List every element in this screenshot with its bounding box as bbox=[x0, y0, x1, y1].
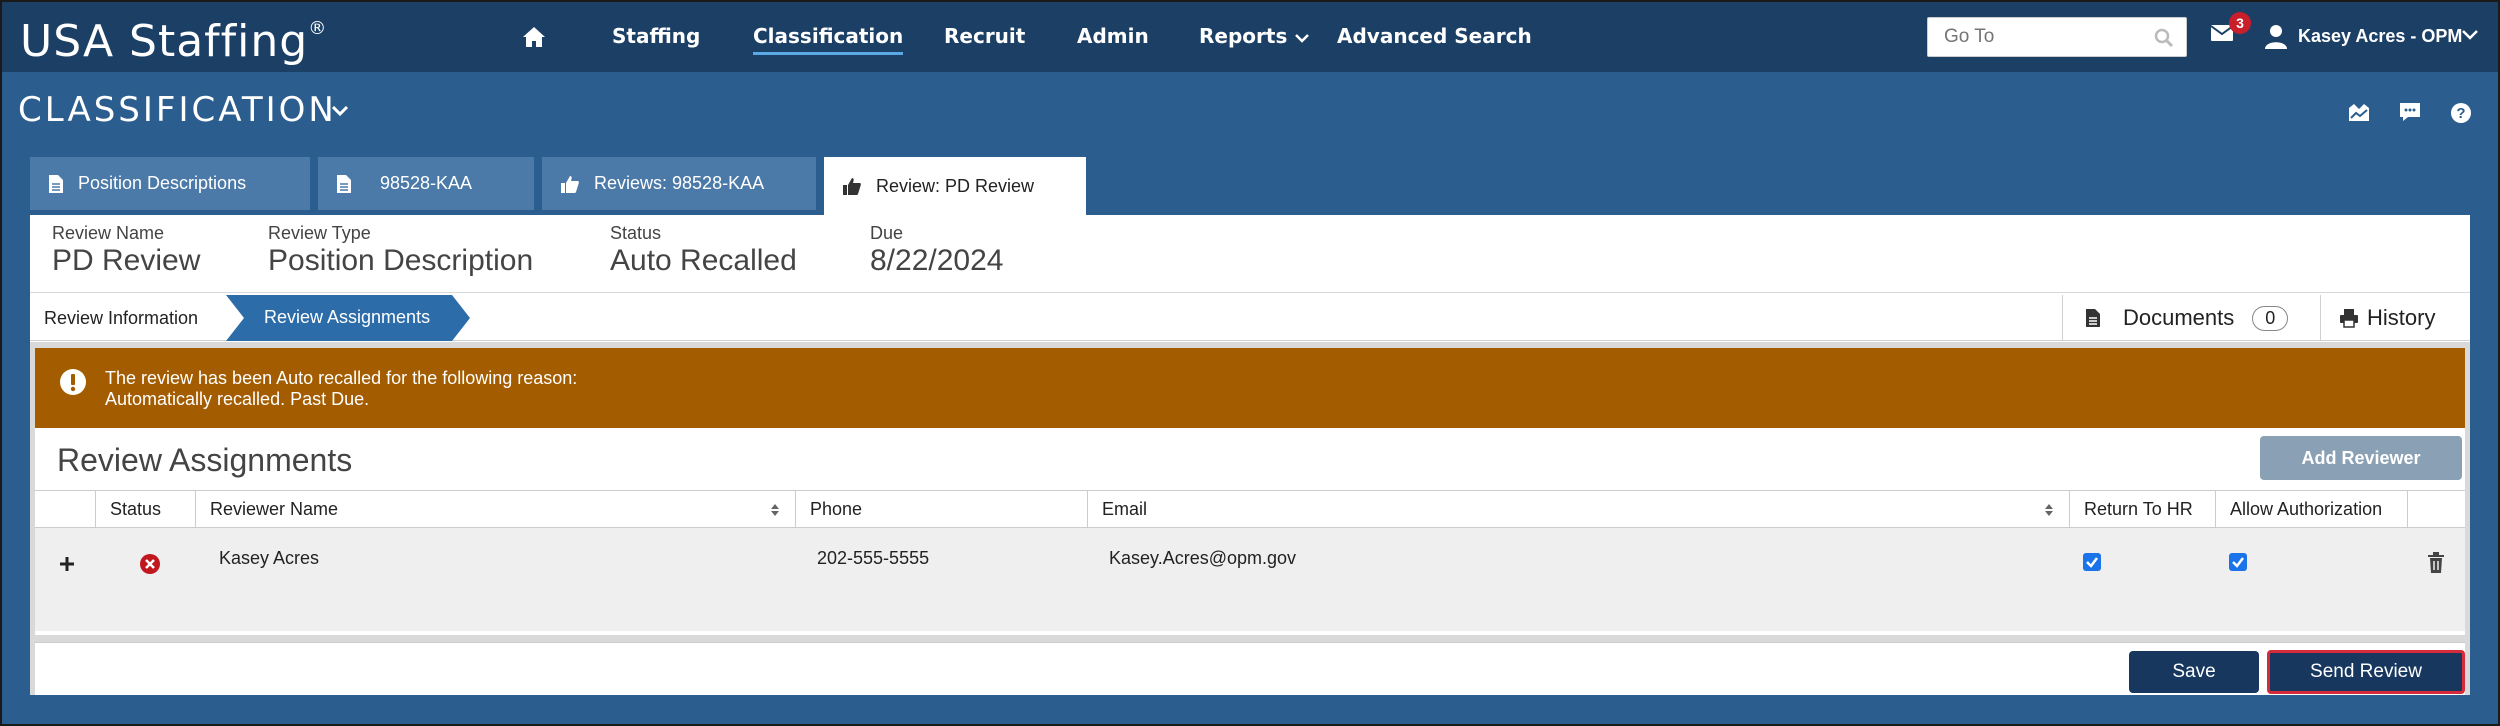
return-to-hr-checkbox[interactable] bbox=[2083, 553, 2101, 571]
header-phone: Phone bbox=[795, 491, 1087, 529]
nav-classification[interactable]: Classification bbox=[753, 24, 904, 55]
goto-search bbox=[1927, 17, 2187, 57]
documents-count: 0 bbox=[2252, 305, 2289, 331]
trash-icon[interactable] bbox=[2427, 552, 2445, 574]
reviewer-name: Kasey Acres bbox=[219, 548, 320, 568]
tab-label: Position Descriptions bbox=[78, 173, 247, 193]
document-icon bbox=[48, 174, 64, 194]
nav-advanced-search[interactable]: Advanced Search bbox=[1337, 24, 1532, 48]
table-row: Kasey Acres 202-555-5555 Kasey.Acres@opm… bbox=[35, 528, 2465, 631]
alert-line-1: The review has been Auto recalled for th… bbox=[105, 368, 578, 388]
status-label: Status bbox=[610, 223, 662, 243]
nav-admin[interactable]: Admin bbox=[1077, 24, 1149, 48]
tab-reviews[interactable]: Reviews: 98528-KAA bbox=[542, 157, 816, 210]
reviewer-phone: 202-555-5555 bbox=[817, 548, 930, 568]
chat-icon[interactable] bbox=[2399, 102, 2421, 122]
action-bar: Save Send Review bbox=[35, 642, 2465, 695]
status-value: Auto Recalled bbox=[610, 244, 797, 277]
status-field: Status Auto Recalled bbox=[610, 223, 797, 278]
header-label: Reviewer Name bbox=[210, 499, 339, 519]
due-label: Due bbox=[870, 223, 904, 243]
header-return-to-hr: Return To HR bbox=[2069, 491, 2215, 529]
header-expand bbox=[35, 491, 95, 529]
review-type-value: Position Description bbox=[268, 244, 534, 277]
home-icon[interactable] bbox=[522, 26, 546, 48]
tab-label: 98528-KAA bbox=[380, 173, 473, 193]
alert-line-2: Automatically recalled. Past Due. bbox=[105, 389, 370, 409]
thumbs-up-icon bbox=[842, 176, 862, 196]
document-icon bbox=[2086, 309, 2100, 327]
review-name-field: Review Name PD Review bbox=[52, 223, 200, 278]
alert-icon bbox=[60, 369, 86, 395]
section-title[interactable]: CLASSIFICATION bbox=[18, 90, 337, 130]
chevron-down-icon[interactable] bbox=[2462, 30, 2478, 40]
tab-label: Reviews: 98528-KAA bbox=[594, 173, 765, 193]
chevron-down-icon bbox=[1295, 33, 1310, 43]
top-nav: USA Staffing® Staffing Classification Re… bbox=[2, 2, 2498, 72]
app-frame: USA Staffing® Staffing Classification Re… bbox=[0, 0, 2500, 726]
add-reviewer-button[interactable]: Add Reviewer bbox=[2260, 436, 2462, 480]
thumbs-up-icon bbox=[560, 174, 580, 194]
step-review-assignments[interactable]: Review Assignments bbox=[226, 295, 470, 341]
review-summary: Review Name PD Review Review Type Positi… bbox=[30, 215, 2470, 293]
chevron-down-icon[interactable] bbox=[332, 106, 348, 116]
sort-icon[interactable] bbox=[2045, 504, 2053, 516]
due-field: Due 8/22/2024 bbox=[870, 223, 1003, 278]
review-type-field: Review Type Position Description bbox=[268, 223, 533, 278]
review-assignments-section: Review Assignments Add Reviewer Status R… bbox=[35, 428, 2465, 635]
tab-position-descriptions[interactable]: Position Descriptions bbox=[30, 157, 310, 210]
search-icon[interactable] bbox=[2154, 28, 2174, 48]
nav-recruit[interactable]: Recruit bbox=[944, 24, 1025, 48]
history-label: History bbox=[2367, 305, 2436, 330]
review-type-label: Review Type bbox=[268, 223, 371, 243]
step-label: Review Assignments bbox=[264, 307, 431, 327]
recall-alert: The review has been Auto recalled for th… bbox=[35, 348, 2465, 428]
header-actions bbox=[2407, 491, 2465, 529]
help-icon[interactable]: ? bbox=[2450, 102, 2472, 124]
sort-icon[interactable] bbox=[771, 504, 779, 516]
tab-label: Review: PD Review bbox=[876, 175, 1035, 196]
nav-staffing[interactable]: Staffing bbox=[612, 24, 700, 48]
history-button[interactable]: History bbox=[2320, 295, 2470, 341]
review-name-value: PD Review bbox=[52, 244, 201, 277]
svg-text:?: ? bbox=[2456, 105, 2465, 122]
save-button[interactable]: Save bbox=[2129, 651, 2259, 693]
dashboard-icon[interactable] bbox=[2348, 102, 2370, 122]
user-icon[interactable] bbox=[2264, 24, 2288, 50]
goto-input[interactable] bbox=[1928, 18, 2138, 56]
review-panel: Review Name PD Review Review Type Positi… bbox=[30, 215, 2470, 695]
header-reviewer-name[interactable]: Reviewer Name bbox=[195, 491, 795, 529]
tab-review-pd[interactable]: Review: PD Review bbox=[824, 157, 1086, 215]
header-allow-authorization: Allow Authorization bbox=[2215, 491, 2407, 529]
mail-count-badge: 3 bbox=[2229, 12, 2251, 34]
allow-authorization-checkbox[interactable] bbox=[2229, 553, 2247, 571]
section-heading: Review Assignments bbox=[57, 442, 353, 478]
expand-icon[interactable] bbox=[59, 556, 75, 572]
send-review-button[interactable]: Send Review bbox=[2267, 650, 2465, 694]
nav-reports[interactable]: Reports bbox=[1199, 24, 1310, 48]
header-email[interactable]: Email bbox=[1087, 491, 2069, 529]
error-status-icon bbox=[140, 554, 160, 574]
step-nav: Review Information Review Assignments Do… bbox=[30, 295, 2470, 341]
due-value: 8/22/2024 bbox=[870, 244, 1004, 277]
content-area: The review has been Auto recalled for th… bbox=[30, 342, 2470, 695]
step-review-information[interactable]: Review Information bbox=[30, 295, 226, 341]
reviewer-email: Kasey.Acres@opm.gov bbox=[1109, 548, 1297, 568]
logo[interactable]: USA Staffing® bbox=[20, 16, 327, 67]
review-name-label: Review Name bbox=[52, 223, 165, 243]
header-label: Email bbox=[1102, 499, 1148, 519]
document-icon bbox=[336, 174, 352, 194]
documents-label: Documents bbox=[2123, 305, 2235, 330]
tab-position[interactable]: 98528-KAA bbox=[318, 157, 534, 210]
documents-button[interactable]: Documents 0 bbox=[2062, 295, 2320, 341]
printer-icon bbox=[2340, 309, 2358, 328]
user-menu[interactable]: Kasey Acres - OPM bbox=[2298, 26, 2462, 47]
table-header: Status Reviewer Name Phone Email Return … bbox=[35, 490, 2465, 529]
